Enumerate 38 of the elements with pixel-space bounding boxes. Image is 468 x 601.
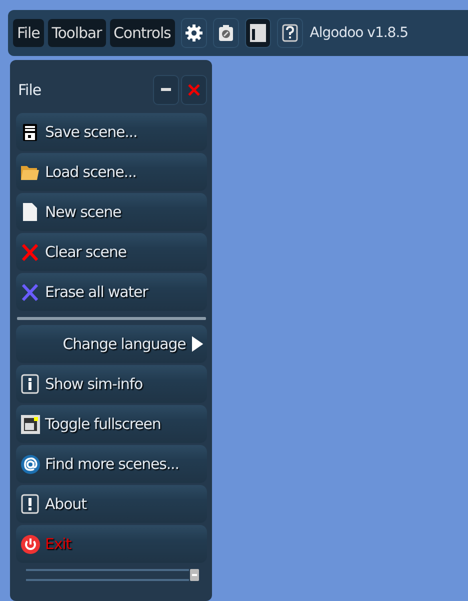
- menu-item[interactable]: Load scene...: [16, 153, 207, 191]
- power-icon: [20, 534, 40, 554]
- panel-title: File: [17, 81, 42, 99]
- settings-icon: [184, 24, 203, 42]
- clear-icon: [22, 244, 38, 260]
- camera-icon: [218, 24, 234, 42]
- minimize-icon: [161, 88, 171, 92]
- info-icon: [21, 374, 39, 394]
- help-button[interactable]: [276, 18, 303, 48]
- menu-item[interactable]: About: [16, 485, 207, 523]
- menu-button[interactable]: Toolbar: [48, 19, 106, 47]
- menu-item[interactable]: Toggle fullscreen: [16, 405, 207, 443]
- folder-icon: [21, 164, 39, 180]
- menu-button[interactable]: File: [13, 19, 44, 47]
- camera-button[interactable]: [212, 18, 239, 48]
- at-icon: [20, 454, 40, 474]
- window-button[interactable]: [244, 18, 271, 48]
- erase-icon: [22, 284, 38, 300]
- submenu-arrow-icon: [192, 335, 203, 353]
- fullscreen-icon: [20, 414, 40, 434]
- page-icon: [23, 203, 37, 221]
- help-icon: [282, 24, 298, 42]
- close-icon: [188, 84, 200, 96]
- window-icon: [250, 24, 266, 42]
- minimize-icon: [190, 569, 199, 581]
- menu-item[interactable]: New scene: [16, 193, 207, 231]
- menu-item[interactable]: Clear scene: [16, 233, 207, 271]
- panel-scrollbar[interactable]: [26, 568, 199, 582]
- exclamation-icon: [21, 494, 39, 514]
- menu-item[interactable]: Show sim-info: [16, 365, 207, 403]
- menu-item[interactable]: Change language: [16, 325, 207, 363]
- app-title: Algodoo v1.8.5: [310, 25, 408, 41]
- minimize-button[interactable]: [153, 75, 179, 105]
- menu-item[interactable]: Find more scenes...: [16, 445, 207, 483]
- menu-item[interactable]: Save scene...: [16, 113, 207, 151]
- settings-button[interactable]: [180, 18, 207, 48]
- menu-button[interactable]: Controls: [110, 19, 175, 47]
- menu-item[interactable]: Erase all water: [16, 273, 207, 311]
